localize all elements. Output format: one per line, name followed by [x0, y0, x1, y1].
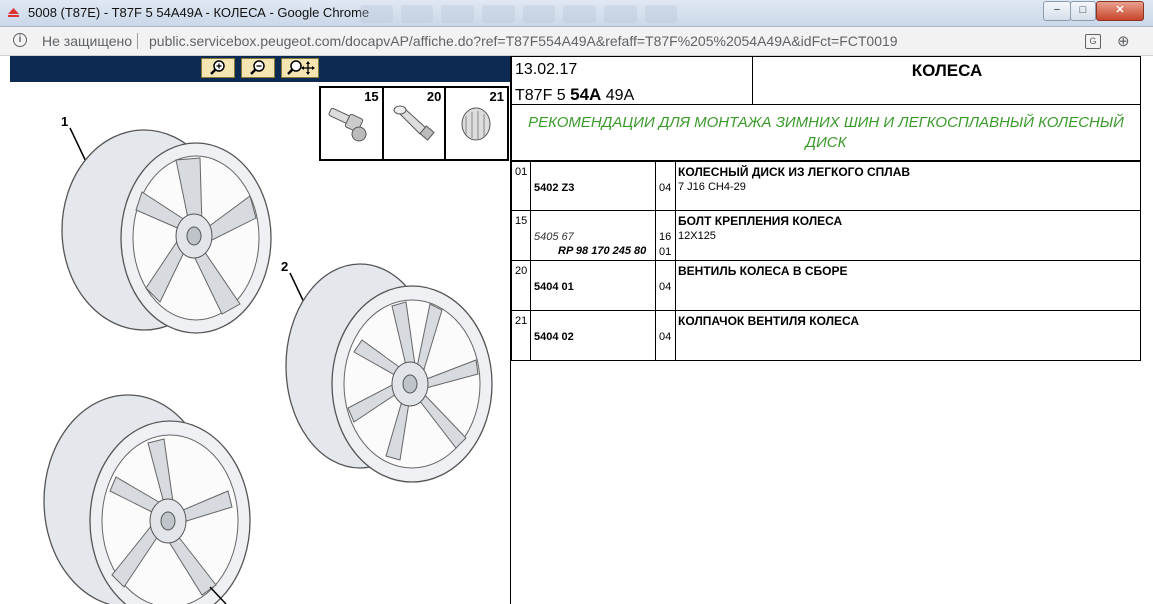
part-number-superseded[interactable]: 5405 67: [534, 231, 574, 243]
zoom-in-icon: [210, 60, 225, 75]
page-title: КОЛЕСА: [911, 61, 983, 80]
part-number-cell: 5404 02: [531, 311, 656, 360]
qty-cell: 04: [656, 162, 676, 210]
part-name: БОЛТ КРЕПЛЕНИЯ КОЛЕСА: [678, 214, 843, 228]
address-bar: i Не защищено public.servicebox.peugeot.…: [0, 27, 1153, 56]
bolt-icon: [328, 107, 367, 142]
part-description: 7 J16 CH4-29: [678, 181, 746, 193]
illustration-panel: 15 20 21 1 2: [10, 56, 511, 604]
thumbnail-bolt[interactable]: 15: [321, 88, 384, 159]
part-name: КОЛЕСНЫЙ ДИСК ИЗ ЛЕГКОГО СПЛАВ: [678, 165, 911, 179]
qty-cell: 16 01: [656, 211, 676, 260]
code-suffix: 49A: [605, 87, 635, 104]
table-row[interactable]: 21 5404 02 04 КОЛПАЧОК ВЕНТИЛЯ КОЛЕСА: [511, 311, 1141, 361]
zoom-in-button[interactable]: [201, 58, 235, 78]
code-prefix: T87F 5: [515, 87, 566, 104]
recommendation-link[interactable]: РЕКОМЕНДАЦИИ ДЛЯ МОНТАЖА ЗИМНИХ ШИН И ЛЕ…: [511, 104, 1141, 161]
part-number-cell: 5404 01: [531, 261, 656, 310]
window-titlebar: 5008 (T87E) - T87F 5 54A49A - КОЛЕСА - G…: [0, 0, 1153, 27]
ref-cell: 20: [512, 261, 531, 310]
catalog-code: T87F 5 54A 49A: [515, 85, 634, 105]
info-icon[interactable]: i: [13, 33, 27, 47]
description-cell: БОЛТ КРЕПЛЕНИЯ КОЛЕСА 12X125: [676, 211, 1140, 260]
wheel-2-illustration[interactable]: [280, 256, 505, 496]
qty-cell: 04: [656, 311, 676, 360]
maximize-button[interactable]: □: [1070, 1, 1096, 21]
zoom-out-icon: [250, 60, 265, 75]
quantity-replacement: 01: [659, 246, 672, 258]
window-title: 5008 (T87E) - T87F 5 54A49A - КОЛЕСА - G…: [28, 5, 370, 20]
background-taskbar-ghost: [360, 3, 1030, 23]
part-description: 12X125: [678, 230, 716, 242]
ref-cell: 15: [512, 211, 531, 260]
valve-cap-icon: [461, 107, 491, 141]
right-margin: [1142, 56, 1153, 604]
part-number[interactable]: 5402 Z3: [534, 182, 574, 194]
zoom-pan-button[interactable]: [281, 58, 319, 78]
description-cell: ВЕНТИЛЬ КОЛЕСА В СБОРЕ: [676, 261, 1140, 310]
quantity: 04: [659, 182, 672, 194]
thumbnail-valve-cap[interactable]: 21: [446, 88, 507, 159]
part-name: КОЛПАЧОК ВЕНТИЛЯ КОЛЕСА: [678, 314, 860, 328]
parts-thumbnails: 15 20 21: [319, 86, 509, 161]
part-number-replacement[interactable]: RP 98 170 245 80: [558, 245, 646, 257]
part-number[interactable]: 5404 01: [534, 281, 574, 293]
zoom-out-button[interactable]: [241, 58, 275, 78]
illustration-toolbar: [10, 56, 510, 82]
quantity: 16: [659, 231, 672, 243]
part-number-cell: 5402 Z3: [531, 162, 656, 210]
parts-table: 01 5402 Z3 04 КОЛЕСНЫЙ ДИСК ИЗ ЛЕГКОГО С…: [511, 161, 1141, 361]
parts-header: 13.02.17 T87F 5 54A 49A КОЛЕСА: [511, 56, 1141, 105]
qty-cell: 04: [656, 261, 676, 310]
peugeot-favicon-icon: [8, 8, 19, 17]
table-row[interactable]: 01 5402 Z3 04 КОЛЕСНЫЙ ДИСК ИЗ ЛЕГКОГО С…: [511, 161, 1141, 211]
quantity: 04: [659, 281, 672, 293]
ref-cell: 01: [512, 162, 531, 210]
close-button[interactable]: ✕: [1096, 1, 1144, 21]
zoom-pan-icon: [287, 60, 315, 75]
valve-icon: [393, 105, 435, 141]
catalog-date: 13.02.17: [515, 61, 578, 78]
description-cell: КОЛПАЧОК ВЕНТИЛЯ КОЛЕСА: [676, 311, 1140, 360]
zoom-icon[interactable]: ⊕: [1117, 32, 1130, 50]
part-number-cell: 5405 67 RP 98 170 245 80: [531, 211, 656, 260]
part-name: ВЕНТИЛЬ КОЛЕСА В СБОРЕ: [678, 264, 848, 278]
thumbnail-valve[interactable]: 20: [384, 88, 447, 159]
wheel-1-illustration[interactable]: [54, 118, 284, 348]
quantity: 04: [659, 331, 672, 343]
wheel-3-illustration[interactable]: [20, 391, 280, 604]
address-separator: [137, 33, 138, 49]
table-row[interactable]: 15 5405 67 RP 98 170 245 80 16 01 БОЛТ К…: [511, 211, 1141, 261]
part-number[interactable]: 5404 02: [534, 331, 574, 343]
description-cell: КОЛЕСНЫЙ ДИСК ИЗ ЛЕГКОГО СПЛАВ 7 J16 CH4…: [676, 162, 1140, 210]
code-bold: 54A: [570, 85, 602, 104]
security-status[interactable]: Не защищено: [42, 33, 132, 49]
ref-cell: 21: [512, 311, 531, 360]
url-text[interactable]: public.servicebox.peugeot.com/docapvAP/a…: [149, 33, 898, 49]
minimize-button[interactable]: −: [1043, 1, 1071, 21]
translate-icon[interactable]: G: [1085, 34, 1101, 49]
table-row[interactable]: 20 5404 01 04 ВЕНТИЛЬ КОЛЕСА В СБОРЕ: [511, 261, 1141, 311]
